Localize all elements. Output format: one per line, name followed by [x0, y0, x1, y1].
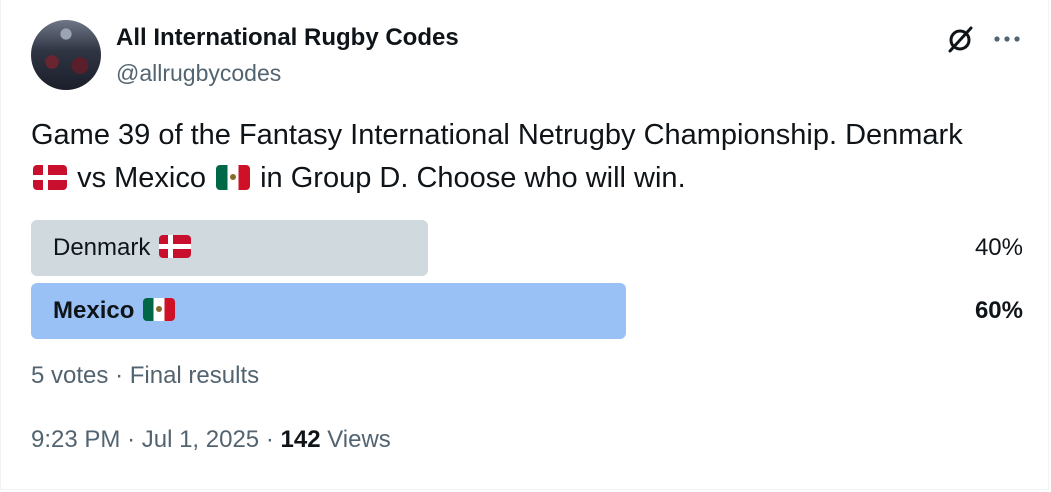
poll-option-text: Denmark [53, 234, 151, 261]
separator: · [265, 426, 274, 453]
tweet-time[interactable]: 9:23 PM [31, 426, 120, 453]
views-label: Views [327, 426, 391, 453]
poll-option-text: Mexico [53, 297, 135, 324]
tweet-timestamp: 9:23 PM · Jul 1, 2025 · 142 Views [31, 426, 391, 454]
poll-option-percent: 60% [974, 297, 1023, 324]
poll-status: Final results [129, 362, 260, 389]
denmark-flag-icon [33, 164, 67, 190]
tweet-text: Game 39 of the Fantasy International Net… [31, 114, 1031, 200]
poll-option-percent: 40% [974, 234, 1023, 261]
separator: · [115, 362, 124, 389]
denmark-flag-icon [159, 235, 192, 259]
poll-option-denmark: Denmark 40% [31, 220, 1023, 276]
poll-option-mexico: Mexico 60% [31, 283, 1023, 339]
mexico-flag-icon [143, 298, 176, 322]
more-icon[interactable] [991, 24, 1023, 54]
tweet-text-part2: vs Mexico [77, 162, 206, 194]
poll-votes: 5 votes [31, 362, 109, 389]
tweet-text-part1: Game 39 of the Fantasy International Net… [31, 119, 963, 151]
grok-icon[interactable] [945, 24, 975, 54]
author-name[interactable]: All International Rugby Codes [116, 24, 459, 52]
author-handle[interactable]: @allrugbycodes [116, 60, 281, 87]
poll-meta: 5 votes · Final results [31, 362, 259, 390]
views-count: 142 [280, 426, 321, 453]
tweet-card: All International Rugby Codes @allrugbyc… [0, 0, 1049, 490]
separator: · [127, 426, 136, 453]
poll-option-label: Mexico [53, 283, 177, 339]
avatar[interactable] [31, 20, 101, 90]
mexico-flag-icon [216, 164, 251, 190]
poll-option-label: Denmark [53, 220, 193, 276]
tweet-text-part3: in Group D. Choose who will win. [260, 162, 686, 194]
tweet-date[interactable]: Jul 1, 2025 [142, 426, 259, 453]
